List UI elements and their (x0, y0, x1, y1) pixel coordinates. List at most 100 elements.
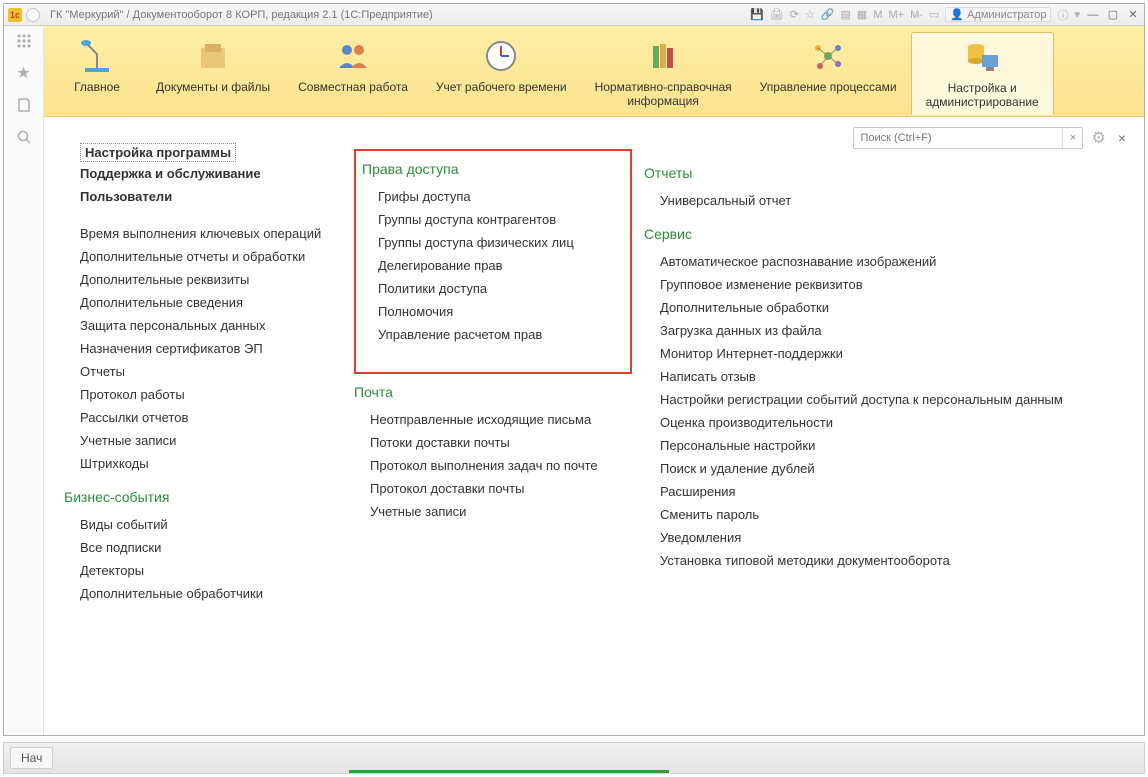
settings-top-list: Настройка программыПоддержка и обслужива… (64, 143, 342, 208)
tab-documents[interactable]: Документы и файлы (142, 32, 284, 114)
save-icon[interactable]: 💾 (750, 8, 764, 21)
content-area: × ⚙ × Настройка программыПоддержка и обс… (44, 117, 1144, 735)
taskbar-button[interactable]: Нач (10, 747, 53, 769)
list-item[interactable]: Делегирование прав (378, 254, 624, 277)
mplus-icon[interactable]: M+ (889, 9, 905, 21)
tab-collaboration[interactable]: Совместная работа (284, 32, 422, 114)
section-business-events: Бизнес-события (64, 489, 342, 505)
history-icon[interactable] (15, 96, 33, 114)
list-item[interactable]: Протокол выполнения задач по почте (370, 454, 632, 477)
list-item[interactable]: Учетные записи (80, 429, 342, 452)
search-clear-button[interactable]: × (1062, 128, 1082, 148)
list-item[interactable]: Учетные записи (370, 500, 632, 523)
list-item[interactable]: Защита персональных данных (80, 314, 342, 337)
list-item[interactable]: Отчеты (80, 360, 342, 383)
list-item[interactable]: Монитор Интернет-поддержки (660, 342, 1122, 365)
list-item[interactable]: Универсальный отчет (660, 189, 1122, 212)
panel-close-button[interactable]: × (1114, 130, 1130, 146)
list-item[interactable]: Протокол работы (80, 383, 342, 406)
list-item[interactable]: Детекторы (80, 559, 342, 582)
panel-icon[interactable]: ▭ (929, 8, 939, 21)
tab-label: Нормативно-справочная информация (595, 80, 732, 113)
books-icon (643, 36, 683, 76)
settings-mid-list: Время выполнения ключевых операцийДополн… (64, 222, 342, 475)
list-item[interactable]: Виды событий (80, 513, 342, 536)
dropdown-icon[interactable]: ▾ (1074, 8, 1080, 21)
print-icon[interactable]: 🖨 (770, 8, 784, 21)
business-events-list: Виды событийВсе подпискиДетекторыДополни… (64, 513, 342, 605)
list-item[interactable]: Время выполнения ключевых операций (80, 222, 342, 245)
list-item[interactable]: Полномочия (378, 300, 624, 323)
list-item[interactable]: Дополнительные реквизиты (80, 268, 342, 291)
list-item[interactable]: Сменить пароль (660, 503, 1122, 526)
calendar-icon[interactable]: ▦ (857, 8, 867, 21)
list-item[interactable]: Поддержка и обслуживание (80, 162, 342, 185)
tab-label: Учет рабочего времени (436, 80, 567, 98)
tab-time[interactable]: Учет рабочего времени (422, 32, 581, 114)
taskbar: Нач (3, 742, 1145, 774)
server-monitor-icon (962, 37, 1002, 77)
settings-gear-icon[interactable]: ⚙ (1091, 128, 1105, 148)
list-item[interactable]: Дополнительные отчеты и обработки (80, 245, 342, 268)
column-access-mail: Права доступа Грифы доступаГруппы доступ… (354, 143, 644, 725)
list-item[interactable]: Автоматическое распознавание изображений (660, 250, 1122, 273)
list-item[interactable]: Группы доступа контрагентов (378, 208, 624, 231)
tab-admin[interactable]: Настройка и администрирование (911, 32, 1054, 115)
tab-reference[interactable]: Нормативно-справочная информация (581, 32, 746, 114)
tab-processes[interactable]: Управление процессами (746, 32, 911, 114)
process-icon (808, 36, 848, 76)
list-item[interactable]: Настройки регистрации событий доступа к … (660, 388, 1122, 411)
list-item[interactable]: Персональные настройки (660, 434, 1122, 457)
close-button[interactable]: ✕ (1126, 8, 1140, 22)
list-item[interactable]: Штрихкоды (80, 452, 342, 475)
list-item[interactable]: Групповое изменение реквизитов (660, 273, 1122, 296)
titlebar-tools: 💾 🖨 ⟳ ☆ 🔗 ▤ ▦ M M+ M- ▭ 👤 Администратор … (750, 7, 1140, 23)
apps-icon[interactable] (15, 32, 33, 50)
list-item[interactable]: Уведомления (660, 526, 1122, 549)
m-icon[interactable]: M (873, 9, 882, 21)
mminus-icon[interactable]: M- (910, 9, 923, 21)
star-icon[interactable]: ☆ (805, 8, 815, 21)
search-rail-icon[interactable] (15, 128, 33, 146)
list-item[interactable]: Политики доступа (378, 277, 624, 300)
left-rail: ★ (4, 26, 44, 735)
info-icon[interactable]: ⓘ (1057, 7, 1068, 23)
user-badge[interactable]: 👤 Администратор (945, 7, 1051, 22)
favorites-icon[interactable]: ★ (15, 64, 33, 82)
list-item[interactable]: Установка типовой методики документообор… (660, 549, 1122, 572)
list-item[interactable]: Протокол доставки почты (370, 477, 632, 500)
window-title: ГК "Меркурий" / Документооборот 8 КОРП, … (50, 9, 433, 21)
list-item[interactable]: Пользователи (80, 185, 342, 208)
list-item[interactable]: Дополнительные обработки (660, 296, 1122, 319)
tab-label: Главное (74, 80, 120, 98)
search-input[interactable] (854, 130, 1062, 146)
refresh-icon[interactable]: ⟳ (790, 8, 799, 21)
link-icon[interactable]: 🔗 (821, 8, 835, 21)
section-reports: Отчеты (644, 165, 1122, 181)
list-item[interactable]: Дополнительные обработчики (80, 582, 342, 605)
list-item[interactable]: Настройка программы (80, 143, 236, 162)
list-item[interactable]: Рассылки отчетов (80, 406, 342, 429)
list-item[interactable]: Все подписки (80, 536, 342, 559)
list-item[interactable]: Управление расчетом прав (378, 323, 624, 346)
maximize-button[interactable]: ▢ (1106, 8, 1120, 22)
column-settings: Настройка программыПоддержка и обслужива… (64, 143, 354, 725)
app-logo-icon: 1c (8, 8, 22, 22)
list-item[interactable]: Расширения (660, 480, 1122, 503)
list-item[interactable]: Дополнительные сведения (80, 291, 342, 314)
list-item[interactable]: Группы доступа физических лиц (378, 231, 624, 254)
tab-main[interactable]: Главное (52, 32, 142, 114)
list-item[interactable]: Написать отзыв (660, 365, 1122, 388)
list-item[interactable]: Оценка производительности (660, 411, 1122, 434)
search-box[interactable]: × (853, 127, 1083, 149)
list-item[interactable]: Неотправленные исходящие письма (370, 408, 632, 431)
list-item[interactable]: Поиск и удаление дублей (660, 457, 1122, 480)
list-item[interactable]: Грифы доступа (378, 185, 624, 208)
list-item[interactable]: Загрузка данных из файла (660, 319, 1122, 342)
minimize-button[interactable]: — (1086, 8, 1100, 22)
section-access-rights: Права доступа (362, 161, 624, 177)
nav-back-icon[interactable] (26, 8, 40, 22)
list-item[interactable]: Назначения сертификатов ЭП (80, 337, 342, 360)
list-item[interactable]: Потоки доставки почты (370, 431, 632, 454)
calc-icon[interactable]: ▤ (841, 8, 851, 21)
